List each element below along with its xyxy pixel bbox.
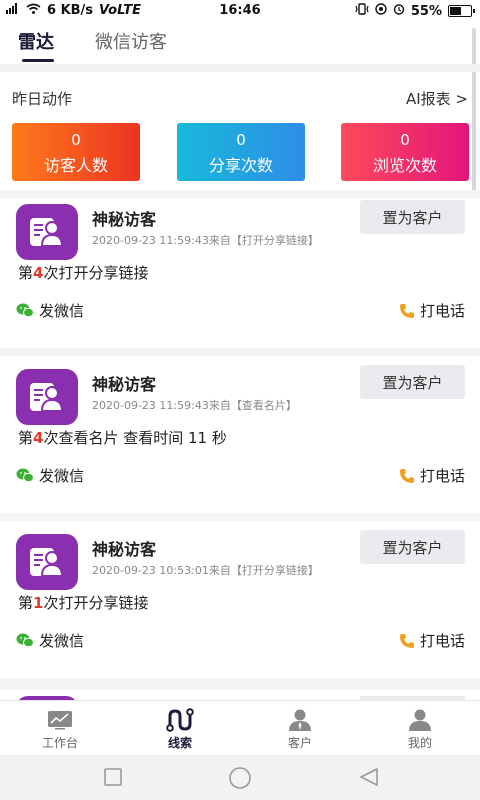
stat-views[interactable]: 0 浏览次数 <box>341 123 469 181</box>
battery-percent: 55% <box>410 3 442 19</box>
action-suffix: 次打开分享链接 <box>43 264 149 282</box>
triangle-back-icon <box>360 768 378 786</box>
send-wechat-button[interactable]: 发微信 <box>16 630 84 651</box>
vibrate-icon <box>355 3 369 19</box>
profile-icon <box>380 706 460 734</box>
visitor-avatar <box>16 534 78 590</box>
call-button[interactable]: 打电话 <box>399 300 465 321</box>
visitor-avatar <box>16 204 78 260</box>
tab-radar[interactable]: 雷达 <box>18 28 54 54</box>
stat-shares-label: 分享次数 <box>208 156 273 175</box>
status-bar: 6 KB/s VoLTE 16:46 55% <box>0 0 480 22</box>
system-nav-bar <box>0 755 480 800</box>
stat-shares[interactable]: 0 分享次数 <box>177 123 305 181</box>
nav-leads-label: 线索 <box>167 736 192 750</box>
nav-customers[interactable]: 客户 <box>260 706 340 751</box>
visit-action: 第4次查看名片 查看时间 11 秒 <box>18 427 227 448</box>
card-divider <box>0 348 480 356</box>
stat-visitors[interactable]: 0 访客人数 <box>12 123 140 181</box>
bottom-nav: 工作台 线索 客户 我的 <box>0 700 480 755</box>
nav-leads[interactable]: 线索 <box>140 706 220 751</box>
send-wechat-label: 发微信 <box>39 302 85 320</box>
nav-workbench[interactable]: 工作台 <box>20 706 100 751</box>
wechat-icon <box>16 633 34 648</box>
top-tabs: 雷达 微信访客 <box>0 22 480 64</box>
section-divider <box>0 64 480 72</box>
summary-title: 昨日动作 <box>12 90 73 108</box>
visitor-avatar <box>16 369 78 425</box>
visit-meta: 2020-09-23 11:59:43来自【打开分享链接】 <box>92 234 319 247</box>
nav-customers-label: 客户 <box>287 736 312 750</box>
visit-meta: 2020-09-23 11:59:43来自【查看名片】 <box>92 399 297 412</box>
visitor-name: 神秘访客 <box>92 210 157 229</box>
action-prefix: 第 <box>18 594 34 612</box>
stat-views-label: 浏览次数 <box>372 156 437 175</box>
call-button[interactable]: 打电话 <box>399 630 465 651</box>
stat-visitors-value: 0 <box>71 131 81 149</box>
dashboard-icon <box>20 706 100 734</box>
call-label: 打电话 <box>419 302 465 320</box>
send-wechat-label: 发微信 <box>39 467 85 485</box>
battery-icon <box>448 5 475 17</box>
action-count: 4 <box>33 264 44 282</box>
call-label: 打电话 <box>419 467 465 485</box>
stat-shares-value: 0 <box>236 131 246 149</box>
customer-icon <box>260 706 340 734</box>
set-as-customer-button[interactable]: 置为客户 <box>360 530 465 564</box>
circle-icon <box>229 767 251 789</box>
location-icon <box>375 3 387 19</box>
call-label: 打电话 <box>419 632 465 650</box>
action-count: 1 <box>33 594 44 612</box>
send-wechat-button[interactable]: 发微信 <box>16 465 84 486</box>
visitor-card-icon <box>30 383 64 412</box>
phone-icon <box>399 633 414 648</box>
set-as-customer-button[interactable]: 置为客户 <box>360 365 465 399</box>
visitor-name: 神秘访客 <box>92 540 157 559</box>
wechat-icon <box>16 468 34 483</box>
stat-visitors-label: 访客人数 <box>43 156 108 175</box>
action-suffix: 次打开分享链接 <box>43 594 149 612</box>
route-icon <box>140 706 220 734</box>
recent-apps-button[interactable] <box>103 767 123 791</box>
nav-workbench-label: 工作台 <box>41 736 78 750</box>
set-as-customer-button[interactable]: 置为客户 <box>360 200 465 234</box>
visitor-name: 神秘访客 <box>92 375 157 394</box>
action-prefix: 第 <box>18 264 34 282</box>
back-button[interactable] <box>358 767 380 791</box>
home-button[interactable] <box>227 767 253 793</box>
wechat-icon <box>16 303 34 318</box>
visit-meta: 2020-09-23 10:53:01来自【打开分享链接】 <box>92 564 319 577</box>
visitor-card[interactable]: 神秘访客 2020-09-23 11:59:43来自【查看名片】 置为客户 第4… <box>0 363 480 521</box>
nav-profile-label: 我的 <box>407 736 432 750</box>
tab-wechat-visitors[interactable]: 微信访客 <box>95 28 167 54</box>
visitor-card-icon <box>30 218 64 247</box>
action-prefix: 第 <box>18 429 34 447</box>
visit-action: 第4次打开分享链接 <box>18 262 148 283</box>
nav-profile[interactable]: 我的 <box>380 706 460 751</box>
card-divider <box>0 678 480 690</box>
action-count: 4 <box>33 429 44 447</box>
phone-icon <box>399 468 414 483</box>
visitor-card[interactable]: 神秘访客 2020-09-23 10:53:01来自【打开分享链接】 置为客户 … <box>0 528 480 686</box>
phone-icon <box>399 303 414 318</box>
visit-action: 第1次打开分享链接 <box>18 592 148 613</box>
square-icon <box>104 768 122 786</box>
status-right: 55% <box>355 3 475 19</box>
active-tab-indicator <box>22 59 54 62</box>
visitor-card-icon <box>30 548 64 577</box>
call-button[interactable]: 打电话 <box>399 465 465 486</box>
card-divider <box>0 513 480 521</box>
send-wechat-button[interactable]: 发微信 <box>16 300 84 321</box>
visitor-card[interactable]: 神秘访客 2020-09-23 11:59:43来自【打开分享链接】 置为客户 … <box>0 198 480 356</box>
ai-report-link[interactable]: AI报表 > <box>406 88 468 109</box>
action-suffix: 次查看名片 查看时间 11 秒 <box>43 429 227 447</box>
stat-views-value: 0 <box>400 131 410 149</box>
alarm-icon <box>393 3 405 19</box>
send-wechat-label: 发微信 <box>39 632 85 650</box>
card-divider <box>0 190 480 198</box>
